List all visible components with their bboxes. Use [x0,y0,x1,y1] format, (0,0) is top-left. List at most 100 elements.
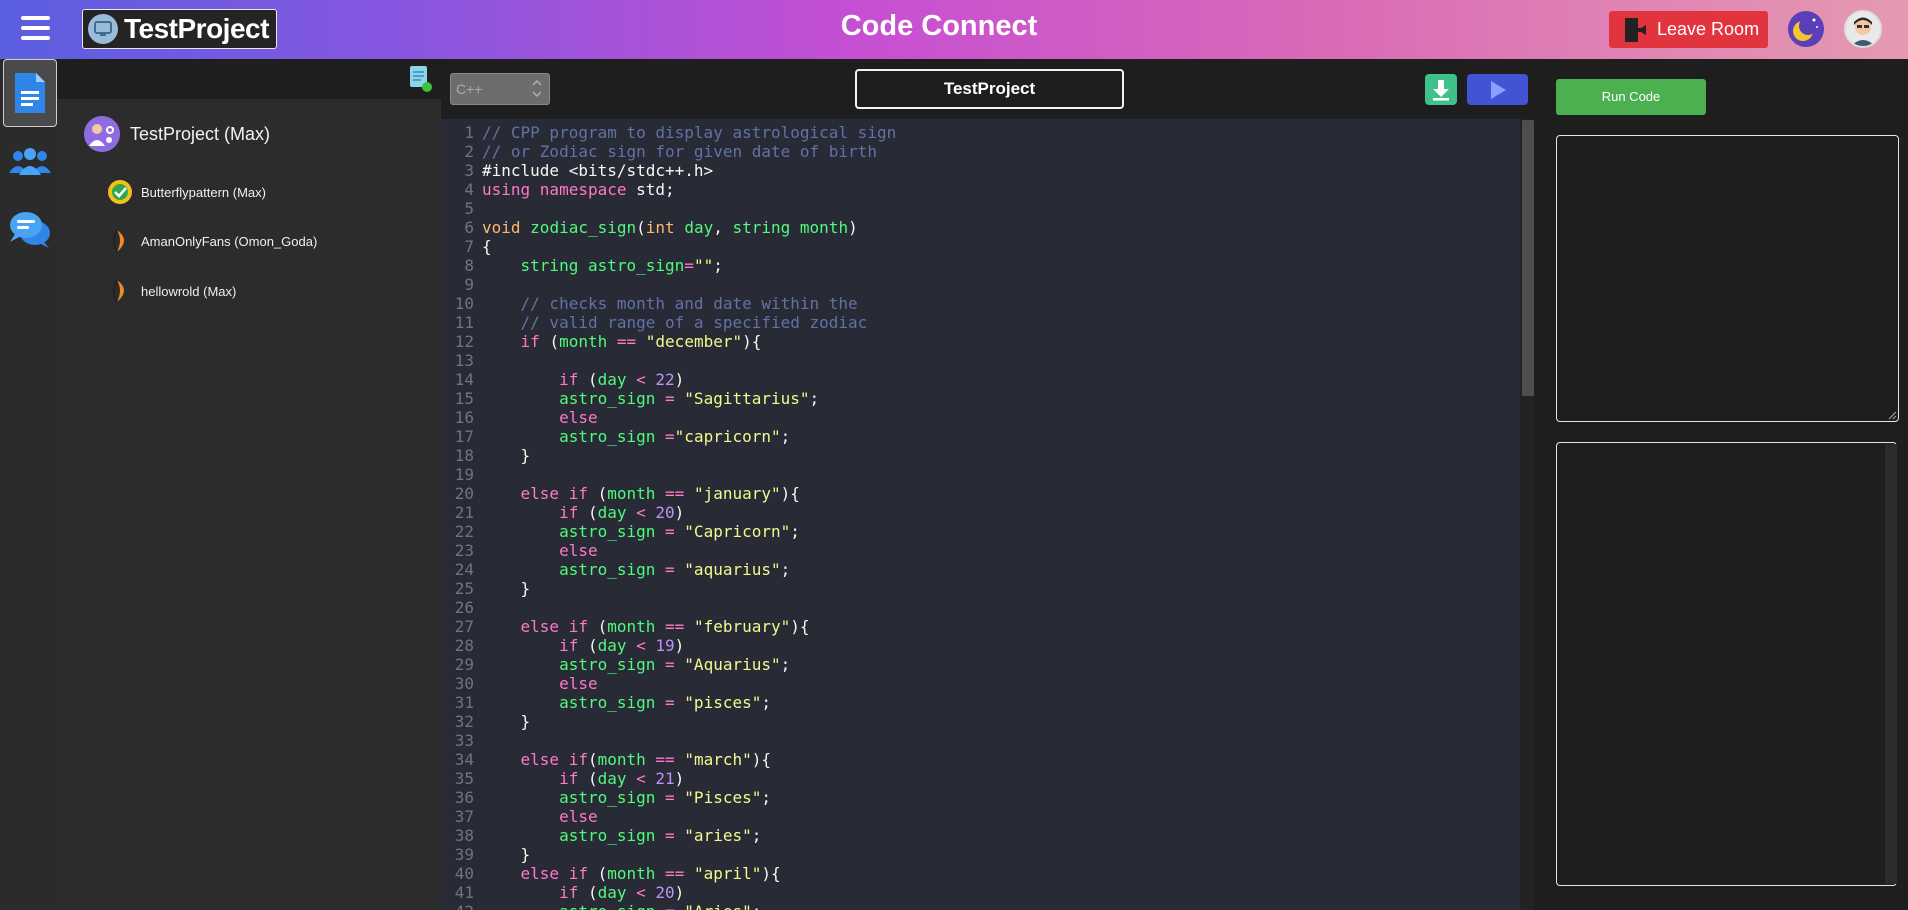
line-number: 39 [454,845,474,864]
line-number: 25 [454,579,474,598]
code-text: else if(month == "march"){ [520,750,772,769]
download-button[interactable] [1425,74,1457,105]
run-play-button[interactable] [1467,74,1528,105]
code-text: #include <bits/stdc++.h> [482,161,714,180]
code-text: void zodiac_sign(int day, string month) [482,218,858,237]
line-number: 26 [454,598,474,617]
code-text: astro_sign = "pisces"; [559,693,771,712]
line-number: 15 [454,389,474,408]
rail-participants-button[interactable] [3,127,57,195]
file-label: AmanOnlyFans (Omon_Goda) [141,233,318,249]
line-number: 23 [454,541,474,560]
line-number: 34 [454,750,474,769]
hamburger-menu-icon[interactable] [21,16,50,40]
line-number: 18 [454,446,474,465]
line-number: 37 [454,807,474,826]
new-file-icon[interactable] [409,65,433,93]
stdin-input[interactable] [1556,135,1899,422]
line-number: 38 [454,826,474,845]
code-text: else [559,674,598,693]
line-number: 22 [454,522,474,541]
check-badge-icon [108,180,132,204]
code-text: else if (month == "february"){ [520,617,810,636]
output-scrollbar[interactable] [1885,444,1897,884]
line-number: 7 [464,237,474,256]
top-header: TestProject Code Connect Leave Room [0,0,1908,59]
code-text: { [482,237,492,256]
user-avatar[interactable] [1844,10,1882,48]
code-text: // CPP program to display astrological s… [482,123,897,142]
line-number: 16 [454,408,474,427]
code-text: else if (month == "april"){ [520,864,781,883]
file-item[interactable]: hellowrold (Max) [107,278,236,304]
line-number: 31 [454,693,474,712]
editor-toolbar: C++ TestProject [441,59,1534,119]
leaf-icon [113,229,124,253]
leave-room-label: Leave Room [1657,19,1760,39]
language-select[interactable]: C++ [450,73,550,105]
line-number: 27 [454,617,474,636]
code-text: } [482,579,531,598]
explorer-toolbar [57,59,441,99]
line-number: 28 [454,636,474,655]
line-number: 9 [464,275,474,294]
file-item[interactable]: Butterflypattern (Max) [107,179,266,205]
exit-door-icon [1625,17,1646,42]
code-text: } [482,845,531,864]
play-icon [1490,80,1506,99]
resize-handle-icon[interactable] [1887,410,1897,420]
line-number: 10 [454,294,474,313]
document-icon [15,73,45,113]
chat-icon [10,212,50,248]
line-number: 11 [454,313,474,332]
theme-toggle-moon-icon[interactable] [1788,11,1824,47]
leave-room-button[interactable]: Leave Room [1609,11,1768,48]
download-icon [1433,79,1449,100]
project-folder[interactable]: TestProject (Max) [84,116,270,152]
line-number: 17 [454,427,474,446]
code-text: if (day < 20) [559,503,685,522]
code-text: astro_sign = "Aries"; [482,902,761,910]
code-editor[interactable]: 1 // CPP program to display astrological … [441,119,1520,910]
code-text: if (month == "december"){ [520,332,762,351]
code-text: astro_sign = "Capricorn"; [559,522,800,541]
line-number: 14 [454,370,474,389]
code-text: astro_sign = "aries"; [559,826,762,845]
line-number: 36 [454,788,474,807]
activity-rail [0,59,57,910]
run-code-button[interactable]: Run Code [1556,79,1706,115]
code-text: } [482,446,531,465]
line-number: 3 [464,161,474,180]
users-icon [9,148,51,175]
line-number: 30 [454,674,474,693]
language-value: C++ [456,81,483,97]
code-text: else [559,541,598,560]
code-text: if (day < 19) [559,636,685,655]
line-number: 32 [454,712,474,731]
output-console [1556,442,1897,886]
project-name: TestProject [124,13,269,44]
project-badge[interactable]: TestProject [82,9,277,49]
code-text: astro_sign ="capricorn"; [559,427,791,446]
code-text: string astro_sign=""; [520,256,723,275]
rail-chat-button[interactable] [3,195,57,263]
project-logo-icon [88,14,118,44]
line-number: 5 [464,199,474,218]
code-text: } [482,712,531,731]
line-number: 6 [464,218,474,237]
filename-input[interactable]: TestProject [855,69,1124,109]
rail-files-button[interactable] [3,59,57,127]
line-number: 24 [454,560,474,579]
line-number: 21 [454,503,474,522]
code-text: // or Zodiac sign for given date of birt… [482,142,877,161]
file-item[interactable]: AmanOnlyFans (Omon_Goda) [107,228,317,254]
line-number: 19 [454,465,474,484]
folder-label: TestProject (Max) [130,123,271,144]
editor-scrollbar-thumb[interactable] [1522,120,1534,396]
leaf-icon [113,279,124,303]
folder-avatar-icon [84,116,120,152]
line-number: 8 [464,256,474,275]
line-number: 29 [454,655,474,674]
line-number: 42 [441,902,474,910]
line-number: 13 [454,351,474,370]
